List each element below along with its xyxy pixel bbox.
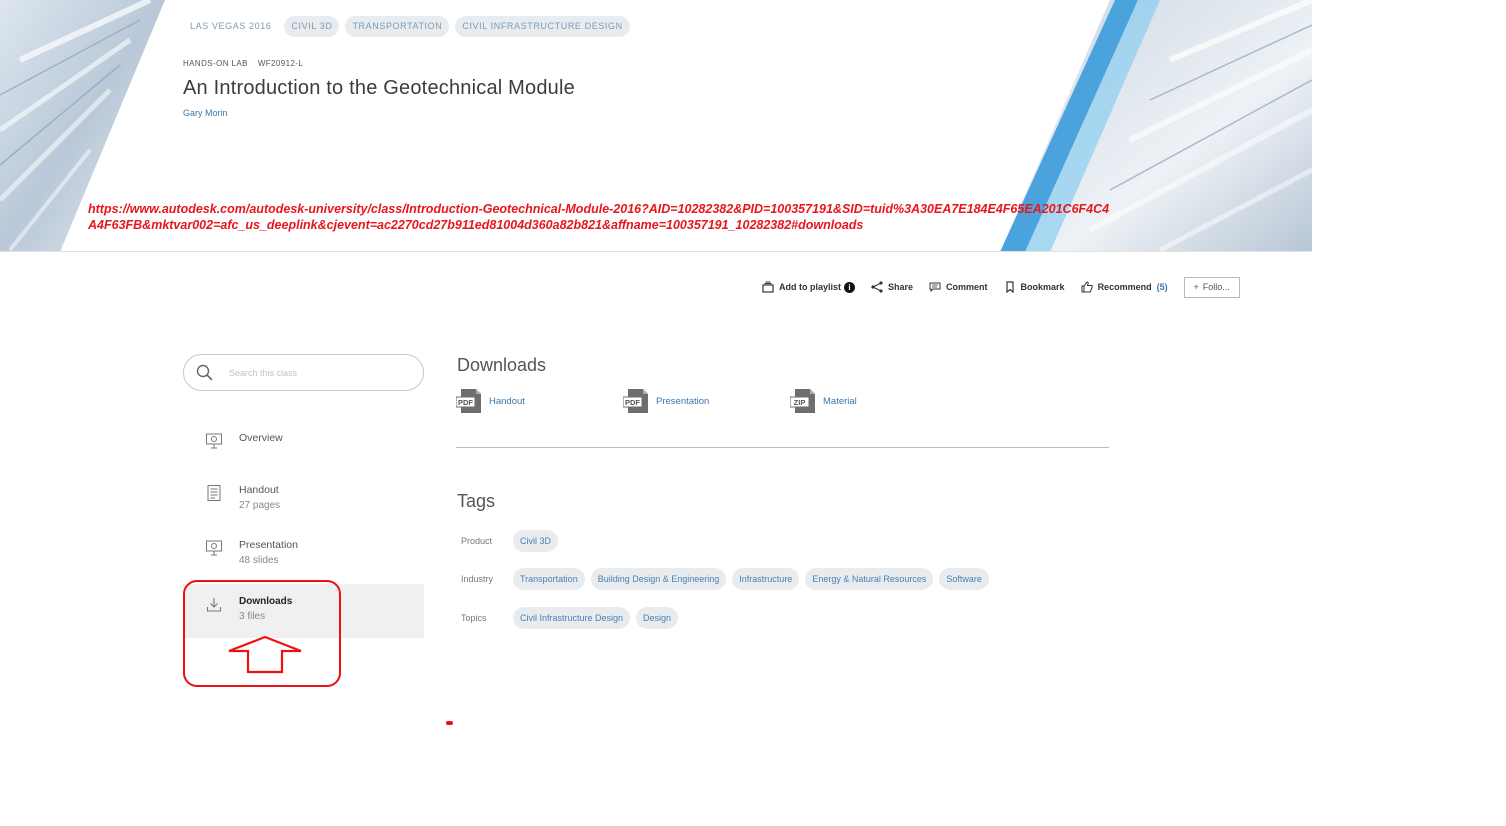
download-material[interactable]: ZIP Material — [790, 388, 857, 414]
bookmark-button[interactable]: Bookmark — [1004, 281, 1065, 293]
comment-label: Comment — [946, 282, 988, 292]
session-meta: HANDS-ON LAB WF20912-L — [183, 59, 303, 68]
sidebar-item-overview[interactable]: Overview — [183, 432, 424, 450]
share-icon — [871, 281, 883, 293]
hero-chips: LAS VEGAS 2016 CIVIL 3D TRANSPORTATION C… — [183, 16, 630, 37]
download-link[interactable]: Material — [823, 396, 857, 407]
class-hero-banner: LAS VEGAS 2016 CIVIL 3D TRANSPORTATION C… — [0, 0, 1312, 252]
tag-row-label: Topics — [461, 613, 487, 623]
recommend-count: (5) — [1156, 282, 1168, 292]
plus-icon: + — [1193, 282, 1199, 292]
tag-pill[interactable]: Energy & Natural Resources — [805, 568, 934, 590]
tag-pill[interactable]: Transportation — [513, 568, 585, 590]
tag-pill[interactable]: Civil 3D — [513, 530, 559, 552]
sidebar-item-label: Overview — [239, 432, 283, 444]
search-input[interactable] — [229, 367, 399, 378]
annotation-url-text: https://www.autodesk.com/autodesk-univer… — [88, 202, 1110, 232]
chip-industry[interactable]: TRANSPORTATION — [345, 16, 450, 37]
share-label: Share — [888, 282, 914, 292]
sidebar-item-handout[interactable]: Handout 27 pages — [183, 484, 424, 511]
share-button[interactable]: Share — [871, 281, 913, 293]
page-title: An Introduction to the Geotechnical Modu… — [183, 77, 575, 99]
bookmark-label: Bookmark — [1020, 282, 1065, 292]
author-link[interactable]: Gary Morin — [183, 108, 228, 118]
tag-pill[interactable]: Building Design & Engineering — [590, 568, 727, 590]
file-type-label: ZIP — [794, 398, 806, 407]
document-icon — [207, 485, 221, 501]
tag-list: Civil Infrastructure Design Design — [513, 607, 679, 629]
tag-row-label: Product — [461, 536, 493, 546]
comment-icon — [929, 282, 941, 293]
presentation-screen-icon — [206, 433, 222, 449]
chip-event[interactable]: LAS VEGAS 2016 — [183, 16, 278, 37]
follow-button[interactable]: + Follo... — [1183, 276, 1240, 298]
follow-label: Follo... — [1202, 282, 1230, 292]
class-search-box[interactable] — [183, 354, 424, 391]
search-icon — [196, 364, 213, 381]
bookmark-icon — [1005, 281, 1014, 293]
pdf-file-icon: PDF — [456, 389, 481, 413]
action-bar: Add to playlist i Share Comment Bookmark… — [762, 276, 1240, 298]
playlist-icon — [762, 281, 774, 293]
sidebar-item-count: 48 slides — [239, 555, 279, 566]
recommend-label: Recommend — [1097, 282, 1152, 292]
tag-pill[interactable]: Design — [636, 607, 679, 629]
sidebar-item-label: Handout — [239, 484, 279, 496]
tag-pill[interactable]: Infrastructure — [732, 568, 800, 590]
download-handout[interactable]: PDF Handout — [456, 388, 525, 414]
tag-row-product: Product Civil 3D — [461, 530, 559, 552]
recommend-button[interactable]: Recommend (5) — [1081, 281, 1168, 293]
downloads-heading: Downloads — [457, 355, 547, 375]
sidebar-item-label: Presentation — [239, 539, 298, 551]
sidebar-item-count: 27 pages — [239, 500, 281, 511]
presentation-screen-icon — [206, 540, 222, 556]
tag-row-label: Industry — [461, 574, 494, 584]
session-code: WF20912-L — [257, 59, 304, 68]
tags-heading: Tags — [457, 491, 496, 511]
file-type-label: PDF — [458, 398, 473, 407]
tag-pill[interactable]: Software — [939, 568, 989, 590]
file-type-label: PDF — [625, 398, 640, 407]
session-type: HANDS-ON LAB — [183, 59, 248, 68]
add-to-playlist-button[interactable]: Add to playlist i — [762, 281, 856, 293]
annotation-arrow-up-icon — [228, 635, 302, 674]
tag-list: Transportation Building Design & Enginee… — [513, 568, 989, 590]
download-link[interactable]: Handout — [489, 396, 525, 407]
download-presentation[interactable]: PDF Presentation — [623, 388, 709, 414]
sidebar-item-presentation[interactable]: Presentation 48 slides — [183, 539, 424, 566]
pdf-file-icon: PDF — [623, 389, 648, 413]
chip-product[interactable]: CIVIL 3D — [284, 16, 340, 37]
annotation-red-mark — [446, 721, 453, 725]
zip-file-icon: ZIP — [790, 389, 815, 413]
thumbs-up-icon — [1081, 281, 1093, 293]
tag-pill[interactable]: Civil Infrastructure Design — [513, 607, 631, 629]
tag-row-topics: Topics Civil Infrastructure Design Desig… — [461, 607, 679, 629]
download-link[interactable]: Presentation — [656, 396, 709, 407]
chip-topic[interactable]: CIVIL INFRASTRUCTURE DESIGN — [455, 16, 630, 37]
info-icon[interactable]: i — [844, 281, 856, 293]
section-divider — [456, 447, 1109, 448]
tag-list: Civil 3D — [513, 530, 559, 552]
add-to-playlist-label: Add to playlist — [779, 282, 842, 292]
tag-row-industry: Industry Transportation Building Design … — [461, 568, 989, 590]
comment-button[interactable]: Comment — [929, 281, 988, 293]
